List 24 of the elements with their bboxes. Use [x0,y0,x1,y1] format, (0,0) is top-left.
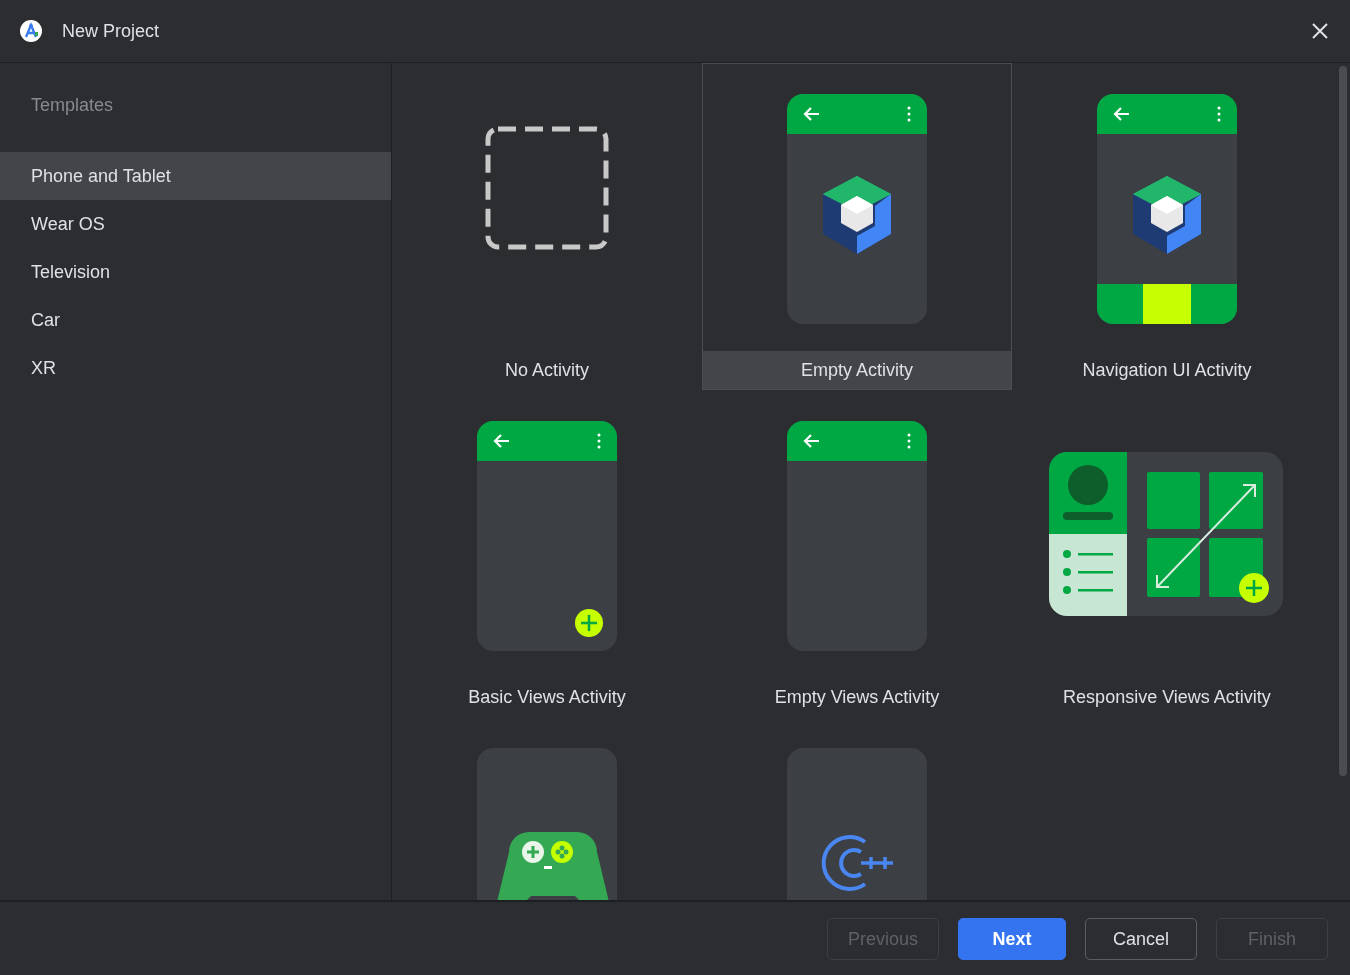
template-tile[interactable]: Responsive Views Activity [1012,390,1322,717]
scrollbar[interactable] [1339,66,1347,776]
sidebar-item[interactable]: Television [0,248,391,296]
sidebar-item[interactable]: Wear OS [0,200,391,248]
template-tile[interactable]: No Activity [392,63,702,390]
sidebar-item[interactable]: Car [0,296,391,344]
template-label: Basic Views Activity [467,686,627,709]
dialog-button[interactable]: Cancel [1085,918,1197,960]
sidebar-header: Templates [30,94,115,117]
template-label: No Activity [504,359,590,382]
sidebar-item[interactable]: XR [0,344,391,392]
template-tile[interactable]: Navigation UI Activity [1012,63,1322,390]
app-logo-icon [20,20,42,42]
template-label: Empty Activity [703,351,1011,389]
template-tile[interactable]: Empty Activity [702,63,1012,390]
dashed-square-icon [485,125,609,250]
template-label: Navigation UI Activity [1081,359,1253,382]
template-tile[interactable]: Basic Views Activity [392,390,702,717]
window-title: New Project [62,20,161,42]
sidebar-item[interactable]: Phone and Tablet [0,152,391,200]
template-label: Responsive Views Activity [1062,686,1272,709]
primary-button[interactable]: Next [958,918,1066,960]
template-tile[interactable]: Empty Views Activity [702,390,1012,717]
template-label: Empty Views Activity [773,686,941,709]
